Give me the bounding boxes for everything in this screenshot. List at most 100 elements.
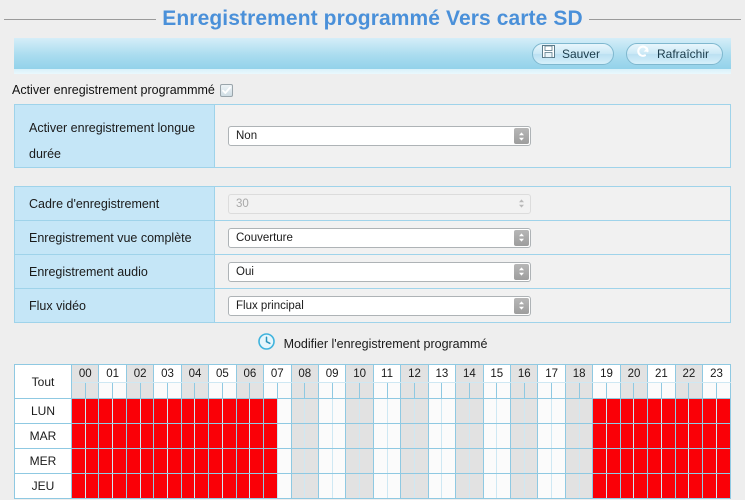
schedule-cell[interactable] (565, 448, 580, 474)
schedule-cell[interactable] (579, 473, 594, 499)
hour-header-05[interactable]: 05 (208, 365, 237, 383)
schedule-cell[interactable] (181, 473, 196, 499)
select-all-halfhour-cell[interactable] (633, 382, 649, 399)
schedule-cell[interactable] (702, 423, 717, 449)
schedule-cell[interactable] (675, 423, 690, 449)
long-duration-select[interactable]: Non (228, 126, 531, 146)
schedule-cell[interactable] (510, 398, 525, 424)
select-all-halfhour-cell[interactable] (345, 382, 361, 399)
schedule-cell[interactable] (373, 473, 388, 499)
schedule-cell[interactable] (332, 398, 347, 424)
schedule-cell[interactable] (277, 448, 292, 474)
select-all-halfhour-cell[interactable] (455, 382, 470, 399)
schedule-cell[interactable] (537, 473, 553, 499)
schedule-cell[interactable] (249, 473, 265, 499)
schedule-cell[interactable] (592, 398, 608, 424)
select-all-halfhour-cell[interactable] (85, 382, 100, 399)
schedule-cell[interactable] (373, 423, 388, 449)
schedule-cell[interactable] (469, 473, 484, 499)
schedule-cell[interactable] (661, 398, 676, 424)
schedule-cell[interactable] (98, 448, 114, 474)
hour-header-18[interactable]: 18 (565, 365, 594, 383)
schedule-cell[interactable] (647, 398, 662, 424)
schedule-cell[interactable] (359, 398, 374, 424)
schedule-cell[interactable] (592, 448, 608, 474)
chevron-updown-icon[interactable] (514, 263, 529, 280)
schedule-cell[interactable] (633, 473, 649, 499)
schedule-cell[interactable] (167, 423, 182, 449)
schedule-cell[interactable] (318, 398, 333, 424)
select-all-halfhour-cell[interactable] (167, 382, 182, 399)
schedule-cell[interactable] (524, 448, 539, 474)
schedule-cell[interactable] (236, 423, 251, 449)
audio-recording-select[interactable]: Oui (228, 261, 531, 282)
schedule-cell[interactable] (455, 448, 470, 474)
schedule-cell[interactable] (688, 473, 704, 499)
schedule-cell[interactable] (551, 448, 566, 474)
schedule-cell[interactable] (71, 448, 86, 474)
schedule-cell[interactable] (441, 398, 457, 424)
hour-header-04[interactable]: 04 (181, 365, 210, 383)
schedule-cell[interactable] (537, 423, 553, 449)
schedule-cell[interactable] (140, 423, 155, 449)
save-button[interactable]: Sauver (531, 42, 614, 65)
hour-header-08[interactable]: 08 (291, 365, 319, 383)
hour-header-15[interactable]: 15 (483, 365, 512, 383)
schedule-cell[interactable] (98, 398, 114, 424)
schedule-cell[interactable] (345, 398, 361, 424)
select-all-halfhour-cell[interactable] (620, 382, 635, 399)
schedule-cell[interactable] (277, 423, 292, 449)
schedule-cell[interactable] (345, 423, 361, 449)
schedule-cell[interactable] (469, 448, 484, 474)
schedule-cell[interactable] (716, 473, 731, 499)
schedule-cell[interactable] (71, 398, 86, 424)
schedule-cell[interactable] (620, 473, 635, 499)
schedule-cell[interactable] (208, 448, 223, 474)
schedule-cell[interactable] (579, 448, 594, 474)
schedule-cell[interactable] (249, 423, 265, 449)
schedule-cell[interactable] (387, 423, 402, 449)
schedule-cell[interactable] (400, 448, 415, 474)
select-all-halfhour-cell[interactable] (98, 382, 114, 399)
schedule-cell[interactable] (345, 448, 361, 474)
schedule-cell[interactable] (620, 448, 635, 474)
select-all-halfhour-cell[interactable] (524, 382, 539, 399)
hour-header-16[interactable]: 16 (510, 365, 539, 383)
schedule-cell[interactable] (140, 448, 155, 474)
schedule-cell[interactable] (565, 398, 580, 424)
schedule-cell[interactable] (551, 473, 566, 499)
select-all-halfhour-cell[interactable] (222, 382, 237, 399)
schedule-cell[interactable] (373, 448, 388, 474)
schedule-cell[interactable] (222, 473, 237, 499)
schedule-cell[interactable] (318, 448, 333, 474)
schedule-cell[interactable] (524, 473, 539, 499)
schedule-cell[interactable] (537, 398, 553, 424)
schedule-cell[interactable] (332, 448, 347, 474)
schedule-cell[interactable] (153, 398, 169, 424)
schedule-cell[interactable] (633, 398, 649, 424)
select-all-halfhour-cell[interactable] (592, 382, 608, 399)
hour-header-10[interactable]: 10 (345, 365, 374, 383)
schedule-cell[interactable] (647, 423, 662, 449)
hour-header-13[interactable]: 13 (428, 365, 457, 383)
schedule-cell[interactable] (688, 448, 704, 474)
schedule-cell[interactable] (441, 473, 457, 499)
schedule-cell[interactable] (647, 473, 662, 499)
schedule-cell[interactable] (126, 423, 141, 449)
schedule-cell[interactable] (633, 448, 649, 474)
select-all-halfhour-cell[interactable] (469, 382, 484, 399)
schedule-cell[interactable] (483, 423, 498, 449)
schedule-cell[interactable] (140, 398, 155, 424)
schedule-cell[interactable] (469, 398, 484, 424)
schedule-cell[interactable] (304, 398, 319, 424)
select-all-halfhour-cell[interactable] (208, 382, 223, 399)
schedule-cell[interactable] (455, 423, 470, 449)
schedule-cell[interactable] (702, 448, 717, 474)
select-all-halfhour-cell[interactable] (537, 382, 553, 399)
schedule-cell[interactable] (373, 398, 388, 424)
schedule-cell[interactable] (414, 423, 429, 449)
select-all-halfhour-cell[interactable] (291, 382, 306, 399)
schedule-cell[interactable] (688, 398, 704, 424)
select-all-halfhour-cell[interactable] (414, 382, 429, 399)
schedule-cell[interactable] (153, 423, 169, 449)
